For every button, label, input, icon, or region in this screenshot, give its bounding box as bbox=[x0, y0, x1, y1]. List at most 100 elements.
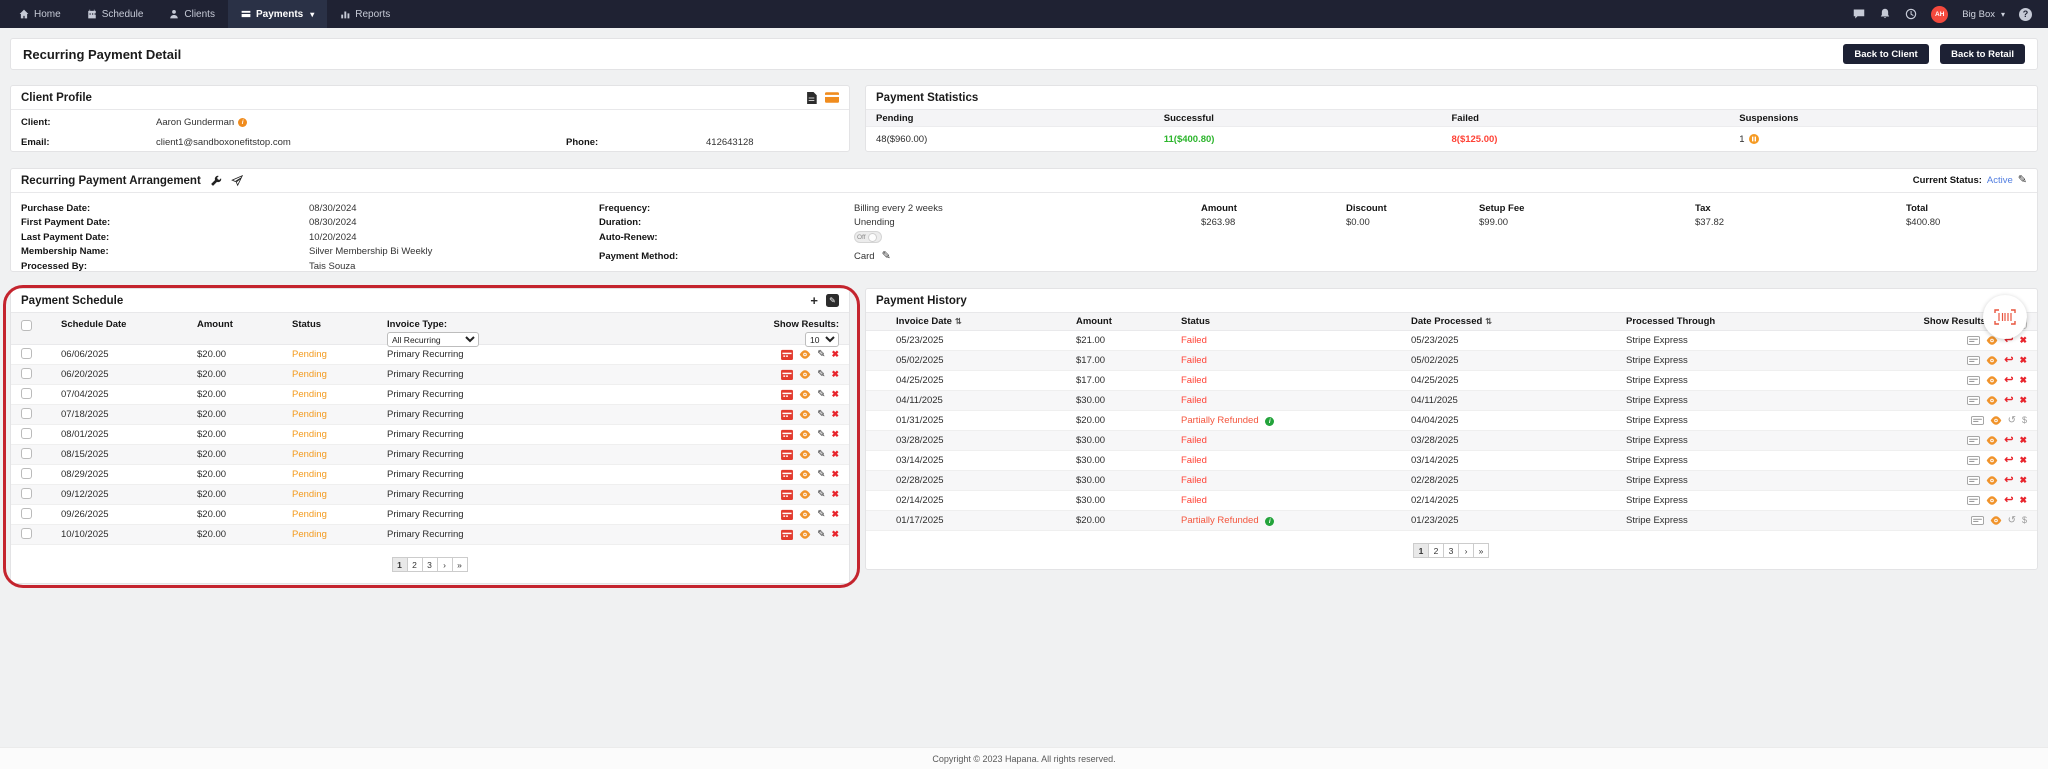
receipt-icon[interactable] bbox=[1967, 356, 1980, 365]
view-icon[interactable] bbox=[1986, 456, 1998, 465]
delete-icon[interactable]: ✖ bbox=[831, 390, 839, 399]
view-icon[interactable] bbox=[1986, 476, 1998, 485]
view-icon[interactable] bbox=[1986, 376, 1998, 385]
refund-icon[interactable]: ↩ bbox=[2004, 355, 2013, 366]
delete-icon[interactable]: ✖ bbox=[831, 350, 839, 359]
view-icon[interactable] bbox=[799, 470, 811, 479]
clock-icon[interactable] bbox=[1905, 8, 1917, 20]
view-icon[interactable] bbox=[799, 390, 811, 399]
view-icon[interactable] bbox=[799, 430, 811, 439]
receipt-icon[interactable] bbox=[1971, 516, 1984, 525]
refund-icon[interactable]: ↩ bbox=[2004, 395, 2013, 406]
back-to-retail-button[interactable]: Back to Retail bbox=[1940, 44, 2025, 64]
note-icon[interactable] bbox=[806, 92, 817, 104]
page-button[interactable]: » bbox=[1473, 543, 1489, 558]
edit-icon[interactable]: ✎ bbox=[817, 450, 825, 460]
help-icon[interactable]: ? bbox=[2019, 8, 2032, 21]
invoice-date-column[interactable]: Invoice Date⇅ bbox=[896, 316, 1076, 327]
void-icon[interactable]: ✖ bbox=[2019, 356, 2027, 365]
void-icon[interactable]: ✖ bbox=[2019, 476, 2027, 485]
refund-icon[interactable]: ↩ bbox=[2004, 375, 2013, 386]
bulk-edit-icon[interactable]: ✎ bbox=[826, 294, 839, 307]
row-checkbox[interactable] bbox=[21, 408, 32, 419]
view-icon[interactable] bbox=[799, 510, 811, 519]
edit-icon[interactable]: ✎ bbox=[817, 470, 825, 480]
page-button[interactable]: 2 bbox=[1428, 543, 1444, 558]
bill-now-icon[interactable] bbox=[781, 409, 793, 420]
bill-now-icon[interactable] bbox=[781, 469, 793, 480]
client-info-icon[interactable]: i bbox=[238, 118, 247, 127]
view-icon[interactable] bbox=[799, 350, 811, 359]
void-icon[interactable]: ✖ bbox=[2019, 336, 2027, 345]
nav-item-clients[interactable]: Clients bbox=[156, 0, 228, 28]
page-button[interactable]: 3 bbox=[422, 557, 438, 572]
back-to-client-button[interactable]: Back to Client bbox=[1843, 44, 1928, 64]
nav-item-home[interactable]: Home bbox=[6, 0, 74, 28]
edit-icon[interactable]: ✎ bbox=[817, 430, 825, 440]
edit-icon[interactable]: ✎ bbox=[817, 390, 825, 400]
show-results-select[interactable]: 10 bbox=[805, 332, 839, 347]
row-checkbox[interactable] bbox=[21, 368, 32, 379]
edit-icon[interactable]: ✎ bbox=[817, 350, 825, 360]
receipt-icon[interactable] bbox=[1967, 336, 1980, 345]
page-button[interactable]: » bbox=[452, 557, 468, 572]
sort-icon[interactable]: ⇅ bbox=[955, 317, 962, 326]
refund-info-icon[interactable]: i bbox=[1265, 417, 1274, 426]
wrench-icon[interactable] bbox=[210, 175, 222, 187]
nav-item-reports[interactable]: Reports bbox=[327, 0, 403, 28]
credit-card-icon[interactable] bbox=[825, 92, 839, 103]
org-switcher[interactable]: Big Box ▾ bbox=[1962, 9, 2005, 20]
delete-icon[interactable]: ✖ bbox=[831, 370, 839, 379]
refund-icon[interactable]: ↩ bbox=[2004, 475, 2013, 486]
row-checkbox[interactable] bbox=[21, 448, 32, 459]
invoice-type-select[interactable]: All Recurring bbox=[387, 332, 479, 347]
row-checkbox[interactable] bbox=[21, 528, 32, 539]
view-icon[interactable] bbox=[799, 450, 811, 459]
bill-now-icon[interactable] bbox=[781, 429, 793, 440]
view-icon[interactable] bbox=[799, 370, 811, 379]
edit-icon[interactable]: ✎ bbox=[817, 370, 825, 380]
edit-payment-method-icon[interactable]: ✎ bbox=[882, 251, 891, 262]
view-icon[interactable] bbox=[799, 490, 811, 499]
delete-icon[interactable]: ✖ bbox=[831, 470, 839, 479]
row-checkbox[interactable] bbox=[21, 348, 32, 359]
refund-icon[interactable]: ↩ bbox=[2004, 455, 2013, 466]
chat-icon[interactable] bbox=[1853, 8, 1865, 20]
avatar[interactable]: AH bbox=[1931, 6, 1948, 23]
page-button[interactable]: › bbox=[437, 557, 453, 572]
bill-now-icon[interactable] bbox=[781, 369, 793, 380]
void-icon[interactable]: ✖ bbox=[2019, 456, 2027, 465]
nav-item-schedule[interactable]: Schedule bbox=[74, 0, 157, 28]
auto-renew-toggle[interactable]: Off bbox=[854, 231, 882, 243]
receipt-icon[interactable] bbox=[1967, 476, 1980, 485]
delete-icon[interactable]: ✖ bbox=[831, 450, 839, 459]
refund-icon[interactable]: ↩ bbox=[2004, 435, 2013, 446]
void-icon[interactable]: ✖ bbox=[2019, 396, 2027, 405]
send-icon[interactable] bbox=[231, 175, 243, 187]
barcode-scan-icon[interactable] bbox=[1983, 295, 2027, 339]
row-checkbox[interactable] bbox=[21, 488, 32, 499]
view-icon[interactable] bbox=[1986, 496, 1998, 505]
void-icon[interactable]: ✖ bbox=[2019, 376, 2027, 385]
view-icon[interactable] bbox=[1990, 416, 2002, 425]
refund-icon[interactable]: ↩ bbox=[2004, 495, 2013, 506]
date-processed-column[interactable]: Date Processed⇅ bbox=[1411, 316, 1626, 327]
view-icon[interactable] bbox=[1990, 516, 2002, 525]
view-icon[interactable] bbox=[1986, 356, 1998, 365]
bell-icon[interactable] bbox=[1879, 8, 1891, 20]
page-button[interactable]: 2 bbox=[407, 557, 423, 572]
bill-now-icon[interactable] bbox=[781, 509, 793, 520]
receipt-icon[interactable] bbox=[1967, 396, 1980, 405]
page-button[interactable]: 1 bbox=[1413, 543, 1429, 558]
delete-icon[interactable]: ✖ bbox=[831, 510, 839, 519]
delete-icon[interactable]: ✖ bbox=[831, 530, 839, 539]
view-icon[interactable] bbox=[1986, 396, 1998, 405]
bill-now-icon[interactable] bbox=[781, 489, 793, 500]
row-checkbox[interactable] bbox=[21, 428, 32, 439]
refund-history-icon[interactable]: ↺ bbox=[2008, 416, 2016, 426]
view-icon[interactable] bbox=[799, 530, 811, 539]
receipt-icon[interactable] bbox=[1967, 496, 1980, 505]
view-icon[interactable] bbox=[799, 410, 811, 419]
nav-item-payments[interactable]: Payments ▾ bbox=[228, 0, 327, 28]
refund-amount-icon[interactable]: $ bbox=[2022, 516, 2027, 525]
